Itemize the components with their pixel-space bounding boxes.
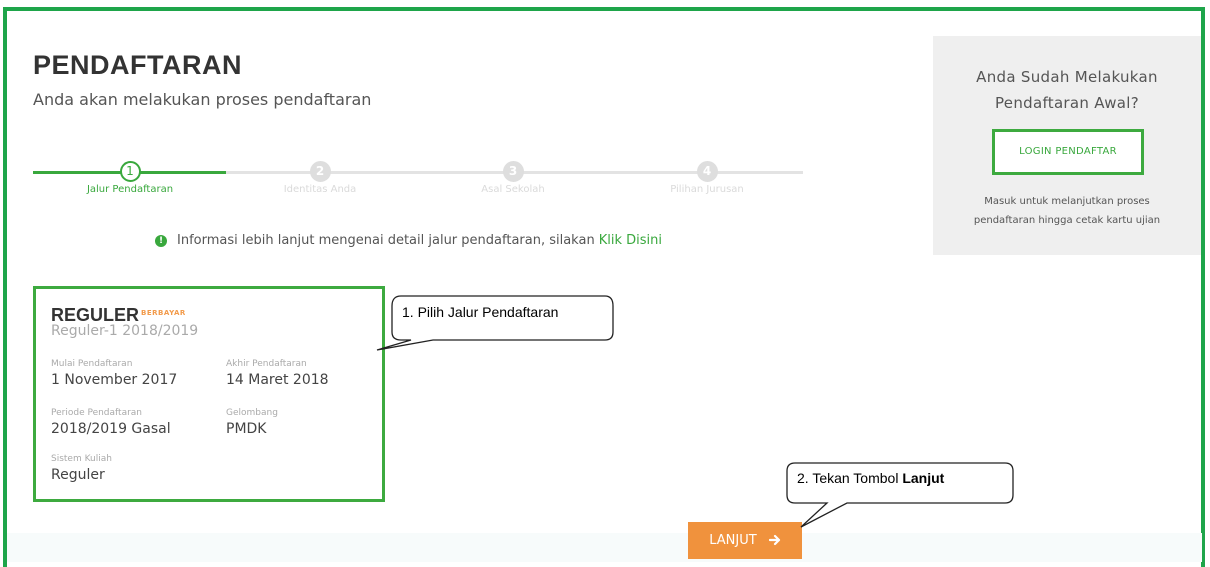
info-message: ! Informasi lebih lanjut mengenai detail… xyxy=(155,233,662,248)
login-panel-title-line: Pendaftaran Awal? xyxy=(994,94,1140,112)
login-panel-description: Masuk untuk melanjutkan proses pendaftar… xyxy=(933,192,1201,230)
login-panel-title-line: Anda Sudah Melakukan xyxy=(976,68,1158,86)
callout-text: 1. Pilih Jalur Pendaftaran xyxy=(402,304,559,320)
field-value: Reguler xyxy=(51,467,105,483)
field-label: Gelombang xyxy=(226,408,278,418)
info-circle-icon: ! xyxy=(155,234,167,247)
jalur-subtitle: Reguler-1 2018/2019 xyxy=(51,323,199,339)
step-number: 1 xyxy=(119,161,141,182)
field-mulai-pendaftaran: Mulai Pendaftaran 1 November 2017 xyxy=(51,359,177,388)
footer-band xyxy=(7,533,1202,562)
field-label: Sistem Kuliah xyxy=(51,454,112,464)
page-subtitle: Anda akan melakukan proses pendaftaran xyxy=(33,90,372,109)
login-panel: Anda Sudah Melakukan Pendaftaran Awal? L… xyxy=(933,36,1201,255)
progress-stepper: 1 Jalur Pendaftaran 2 Identitas Anda 3 A… xyxy=(33,158,803,198)
info-text: Informasi lebih lanjut mengenai detail j… xyxy=(177,233,595,248)
step-pilihan-jurusan[interactable]: 4 Pilihan Jurusan xyxy=(617,158,797,195)
field-label: Akhir Pendaftaran xyxy=(226,359,307,369)
callout-text-bold: Lanjut xyxy=(902,470,945,486)
field-value: 1 November 2017 xyxy=(51,372,178,388)
callout-text-prefix: 2. Tekan Tombol xyxy=(797,470,903,486)
field-gelombang: Gelombang PMDK xyxy=(226,408,278,437)
field-value: 2018/2019 Gasal xyxy=(51,421,171,437)
step-label: Pilihan Jurusan xyxy=(670,184,744,195)
speech-bubble xyxy=(376,295,614,351)
step-label: Asal Sekolah xyxy=(481,184,545,195)
login-pendaftar-button[interactable]: LOGIN PENDAFTAR xyxy=(992,129,1144,175)
jalur-card-reguler[interactable]: REGULER BERBAYAR Reguler-1 2018/2019 Mul… xyxy=(33,286,385,502)
info-link[interactable]: Klik Disini xyxy=(599,233,662,248)
login-panel-desc-line: Masuk untuk melanjutkan proses xyxy=(984,196,1150,207)
step-label: Jalur Pendaftaran xyxy=(86,184,174,195)
callout-text: 2. Tekan Tombol Lanjut xyxy=(797,470,944,486)
arrow-right-icon xyxy=(768,524,781,561)
page-title: PENDAFTARAN xyxy=(33,50,242,80)
step-jalur-pendaftaran[interactable]: 1 Jalur Pendaftaran xyxy=(40,158,220,195)
field-label: Mulai Pendaftaran xyxy=(51,359,133,369)
login-panel-desc-line: pendaftaran hingga cetak kartu ujian xyxy=(973,215,1161,226)
step-asal-sekolah[interactable]: 3 Asal Sekolah xyxy=(423,158,603,195)
step-label: Identitas Anda xyxy=(283,184,357,195)
step-identitas-anda[interactable]: 2 Identitas Anda xyxy=(230,158,410,195)
lanjut-label: LANJUT xyxy=(709,533,757,548)
step-number: 4 xyxy=(696,161,718,182)
step-number: 3 xyxy=(502,161,524,182)
field-label: Periode Pendaftaran xyxy=(51,408,143,418)
step-number: 2 xyxy=(309,161,331,182)
field-periode-pendaftaran: Periode Pendaftaran 2018/2019 Gasal xyxy=(51,408,171,437)
status-badge: BERBAYAR xyxy=(141,309,186,317)
field-akhir-pendaftaran: Akhir Pendaftaran 14 Maret 2018 xyxy=(226,359,329,388)
field-value: 14 Maret 2018 xyxy=(226,372,329,388)
login-panel-title: Anda Sudah Melakukan Pendaftaran Awal? xyxy=(933,64,1201,116)
field-value: PMDK xyxy=(226,421,267,437)
field-sistem-kuliah: Sistem Kuliah Reguler xyxy=(51,454,112,483)
